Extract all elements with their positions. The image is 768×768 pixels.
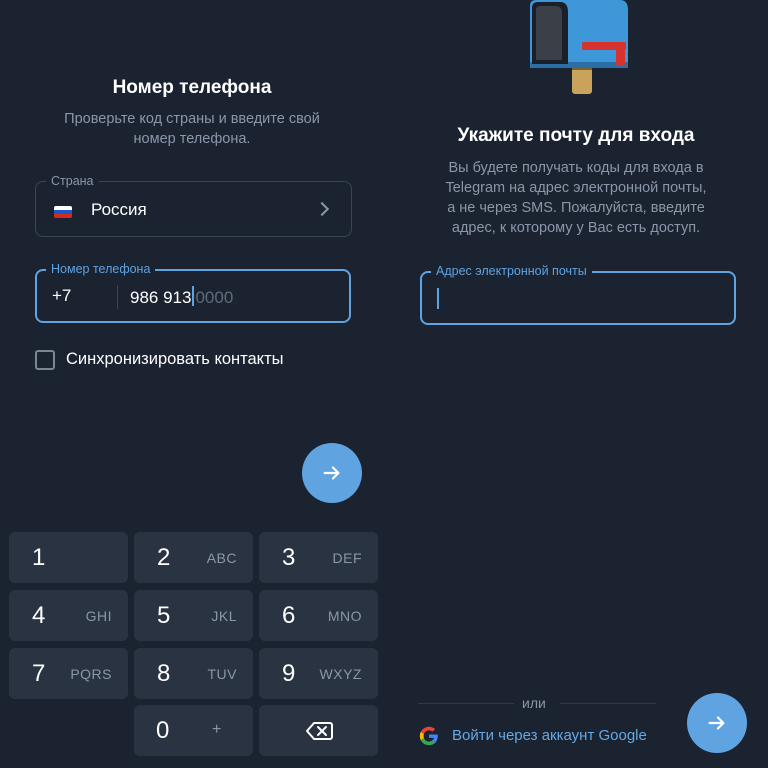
key-digit: 1 bbox=[32, 544, 46, 571]
chevron-right-icon bbox=[314, 201, 330, 217]
sync-contacts-label: Синхронизировать контакты bbox=[66, 350, 284, 368]
page-subtitle: Вы будете получать коды для входа в Tele… bbox=[424, 158, 728, 238]
key-6[interactable]: 6 MNO bbox=[259, 590, 378, 641]
key-letters: MNO bbox=[327, 608, 362, 624]
google-icon bbox=[419, 726, 438, 746]
subtitle-line: а не через SMS. Пожалуйста, введите bbox=[447, 200, 705, 216]
key-5[interactable]: 5 JKL bbox=[134, 590, 253, 641]
divider-line bbox=[418, 703, 514, 704]
sync-contacts-checkbox[interactable] bbox=[35, 350, 55, 370]
page-subtitle: Проверьте код страны и введите свой номе… bbox=[40, 109, 344, 149]
key-digit: 3 bbox=[282, 544, 296, 571]
mailbox-icon bbox=[530, 0, 628, 94]
key-letters: PQRS bbox=[70, 666, 112, 682]
key-1[interactable]: 1 bbox=[9, 532, 128, 583]
next-button[interactable] bbox=[302, 443, 362, 503]
email-field[interactable]: Адрес электронной почты bbox=[420, 264, 736, 325]
key-letters: WXYZ bbox=[319, 666, 362, 682]
email-login-screen: Укажите почту для входа Вы будете получа… bbox=[384, 0, 768, 768]
key-digit: 5 bbox=[157, 602, 171, 629]
subtitle-line: адрес, к которому у Вас есть доступ. bbox=[451, 220, 701, 236]
subtitle-line: Проверьте код страны и введите свой bbox=[64, 111, 320, 127]
country-name: Россия bbox=[91, 200, 147, 219]
key-digit: 2 bbox=[157, 544, 171, 571]
key-digit: 8 bbox=[157, 660, 171, 687]
key-digit: 9 bbox=[282, 660, 296, 687]
or-separator: или bbox=[522, 695, 546, 711]
key-2[interactable]: 2 ABC bbox=[134, 532, 253, 583]
key-letters: + bbox=[212, 721, 222, 738]
google-signin-label: Войти через аккаунт Google bbox=[452, 727, 647, 744]
key-digit: 6 bbox=[282, 602, 296, 629]
key-4[interactable]: 4 GHI bbox=[9, 590, 128, 641]
key-digit: 7 bbox=[32, 660, 46, 687]
email-field-label: Адрес электронной почты bbox=[431, 264, 592, 278]
backspace-icon bbox=[305, 721, 333, 740]
key-7[interactable]: 7 PQRS bbox=[9, 648, 128, 699]
phone-field-label: Номер телефона bbox=[46, 262, 156, 276]
text-cursor bbox=[437, 288, 439, 309]
subtitle-line: Telegram на адрес электронной почты, bbox=[445, 180, 707, 196]
key-letters: ABC bbox=[206, 550, 237, 566]
divider-line bbox=[560, 703, 656, 704]
arrow-right-icon bbox=[323, 466, 340, 480]
key-8[interactable]: 8 TUV bbox=[134, 648, 253, 699]
country-code-input[interactable]: +7 bbox=[52, 286, 71, 306]
page-title: Номер телефона bbox=[112, 77, 272, 98]
phone-number-placeholder: 0000 bbox=[195, 288, 234, 307]
key-letters: TUV bbox=[207, 666, 237, 682]
key-9[interactable]: 9 WXYZ bbox=[259, 648, 378, 699]
phone-number-input[interactable]: 986 913 0000 bbox=[130, 286, 233, 308]
key-0[interactable]: 0 + bbox=[134, 705, 253, 756]
key-3[interactable]: 3 DEF bbox=[259, 532, 378, 583]
phone-number-screen: Номер телефона Проверьте код страны и вв… bbox=[0, 0, 384, 768]
page-title: Укажите почту для входа bbox=[457, 125, 695, 146]
country-field-label: Страна bbox=[46, 174, 99, 188]
key-digit: 0 bbox=[156, 717, 170, 744]
arrow-right-icon bbox=[708, 716, 725, 730]
key-digit: 4 bbox=[32, 602, 46, 629]
phone-number-field[interactable]: Номер телефона +7 986 913 0000 bbox=[35, 262, 351, 323]
subtitle-line: номер телефона. bbox=[133, 131, 251, 147]
russia-flag-icon bbox=[54, 206, 72, 218]
subtitle-line: Вы будете получать коды для входа в bbox=[448, 160, 704, 176]
field-divider bbox=[117, 285, 118, 309]
next-button[interactable] bbox=[687, 693, 747, 753]
country-selector[interactable]: Страна Россия bbox=[35, 174, 352, 237]
key-letters: DEF bbox=[332, 550, 362, 566]
key-letters: GHI bbox=[85, 608, 112, 624]
phone-number-value: 986 913 bbox=[130, 288, 192, 307]
key-letters: JKL bbox=[211, 608, 237, 624]
backspace-key[interactable] bbox=[259, 705, 378, 756]
